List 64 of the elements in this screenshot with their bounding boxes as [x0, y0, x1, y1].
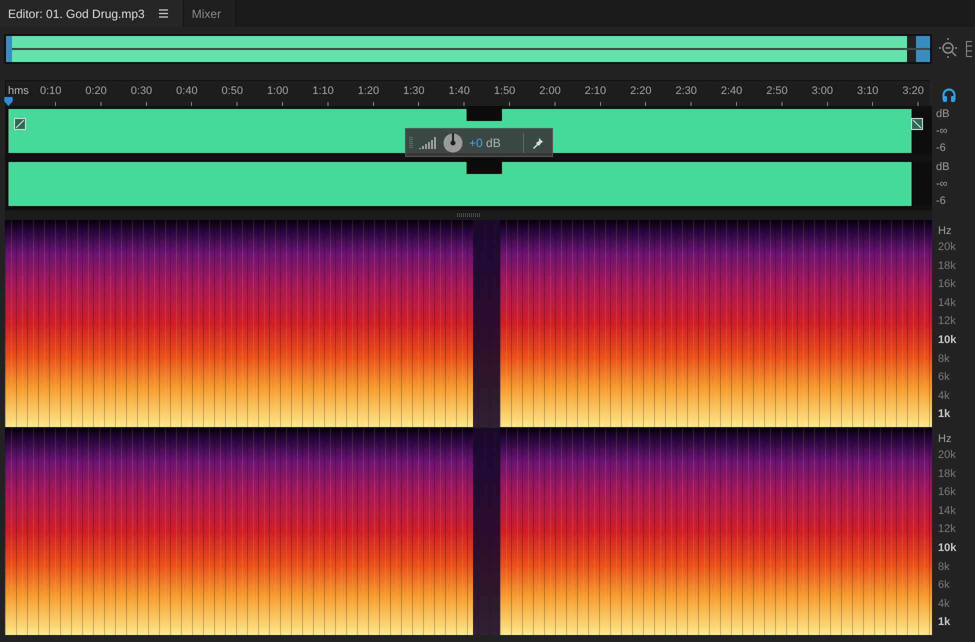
fade-handle-icon[interactable] [14, 118, 26, 130]
ruler-label: 0:50 [220, 85, 244, 98]
ruler-label: 2:00 [538, 85, 562, 98]
frequency-label: 1k [938, 615, 952, 630]
gain-value[interactable]: +0 dB [469, 136, 501, 150]
time-ruler[interactable]: hms 0:10 0:20 0:30 0:40 0:50 1:00 1:10 1:20 1:30 1:40 1:50 2:00 2:10 2:20 2:30 2:40 2:50 3:00 3:10 3:20 [5, 80, 930, 106]
ruler-label: 1:40 [448, 85, 471, 98]
ruler-label: 2:50 [765, 85, 789, 98]
db-scale-label: dB [936, 108, 950, 121]
fade-handle-icon[interactable] [911, 118, 923, 130]
ruler-label: 1:00 [266, 85, 290, 98]
headphones-icon[interactable] [942, 88, 956, 102]
frequency-label: 20k [938, 240, 957, 255]
db-scale-label: dB [936, 161, 950, 174]
frequency-label: 18k [938, 466, 957, 482]
db-scale-label: -∞ [936, 178, 949, 191]
frequency-label: 1k [938, 407, 952, 422]
db-scale-label: -6 [936, 142, 947, 155]
db-scale-label: -∞ [936, 125, 949, 138]
ruler-label: 2:10 [584, 85, 608, 98]
frequency-label: 16k [938, 485, 957, 500]
ruler-label: 2:30 [674, 85, 698, 98]
frequency-label: 8k [938, 352, 951, 367]
ruler-unit-label: hms [7, 85, 28, 98]
frequency-label: 4k [938, 596, 951, 612]
knob-icon[interactable] [443, 132, 463, 152]
frequency-unit-label: Hz [938, 432, 952, 446]
ruler-label: 3:00 [810, 85, 834, 98]
ruler-label: 1:50 [492, 85, 516, 98]
ruler-label: 0:40 [175, 85, 199, 98]
ruler-label: 1:30 [402, 85, 426, 98]
frequency-label: 10k [938, 332, 958, 348]
ruler-label: 0:30 [130, 85, 154, 98]
frequency-label: 12k [938, 314, 957, 330]
frequency-label: 12k [938, 522, 957, 538]
frequency-label: 8k [938, 560, 951, 575]
frequency-label: 10k [938, 540, 958, 556]
frequency-unit-label: Hz [938, 224, 952, 238]
level-bars-icon [419, 136, 437, 150]
ruler-label: 0:20 [84, 85, 108, 98]
ruler-label: 2:40 [720, 85, 744, 98]
resize-grip-icon[interactable] [456, 213, 480, 217]
ruler-label: 2:20 [629, 85, 652, 98]
frequency-label: 16k [938, 277, 957, 292]
pin-icon[interactable] [532, 136, 544, 148]
ruler-label: 1:20 [356, 85, 380, 98]
frequency-label: 14k [938, 504, 957, 519]
frequency-label: 20k [938, 448, 957, 463]
tab[interactable]: Editor: 01. God Drug.mp3 [0, 0, 184, 27]
db-scale-label: -6 [936, 195, 947, 208]
grip-icon[interactable] [409, 136, 413, 150]
ruler-label: 0:10 [38, 85, 62, 98]
panel-icon[interactable] [966, 41, 972, 57]
frequency-label: 14k [938, 296, 957, 311]
ruler-label: 1:10 [311, 85, 335, 98]
ruler-label: 3:10 [856, 85, 880, 98]
frequency-label: 18k [938, 258, 957, 274]
ruler-label: 3:20 [901, 85, 925, 98]
frequency-label: 6k [938, 578, 951, 594]
menu-icon[interactable] [158, 9, 169, 18]
tab[interactable]: Mixer [184, 0, 236, 27]
frequency-label: 4k [938, 388, 951, 404]
overview-waveform-drawing[interactable] [4, 34, 932, 64]
frequency-label: 6k [938, 370, 951, 386]
